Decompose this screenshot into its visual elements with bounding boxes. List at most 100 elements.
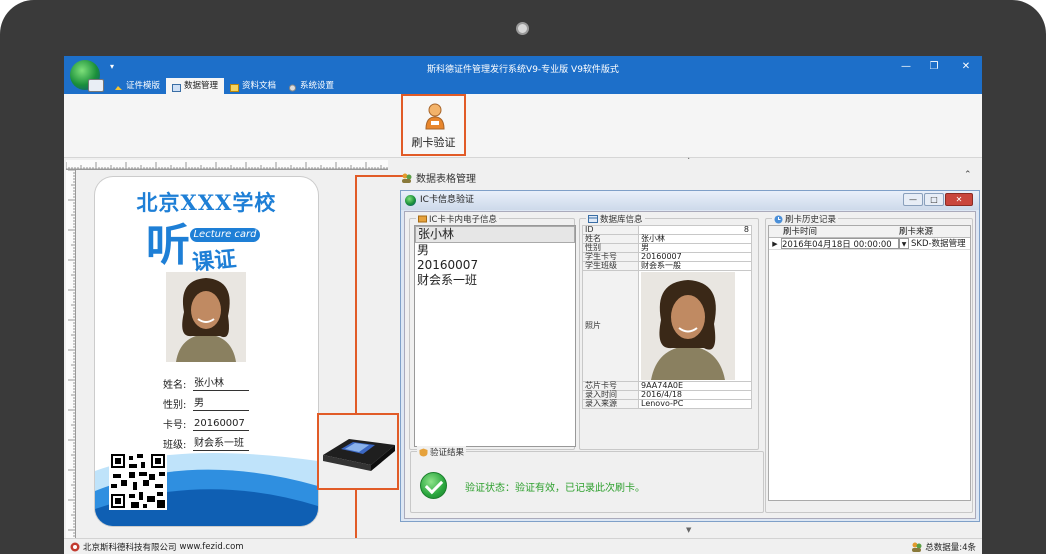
list-item[interactable]: 张小林 xyxy=(415,226,575,243)
list-item[interactable]: 男 xyxy=(415,243,575,258)
vertical-ruler xyxy=(66,170,76,539)
db-value: Lenovo-PC xyxy=(638,399,752,409)
card-field-row: 姓名: 张小林 xyxy=(163,371,249,391)
db-key: 学生班级 xyxy=(582,261,639,271)
dialog-icon xyxy=(405,195,416,206)
verify-result-title: 验证结果 xyxy=(417,446,467,458)
template-icon xyxy=(114,82,123,90)
db-info-panel: 数据库信息 ID 8 姓名 张小林 性别男 学生卡号 20160007 学生班级 财会系… xyxy=(579,213,759,450)
db-value: 财会系一般 xyxy=(638,261,752,271)
logo-tag: Lecture card xyxy=(190,228,260,242)
ribbon-tabs: 证件模版 数据管理 资料文档 系统设置 xyxy=(108,78,340,94)
minimize-button[interactable]: — xyxy=(894,59,918,75)
ic-info-title: IC卡卡内电子信息 xyxy=(416,213,499,225)
column-header[interactable]: 刷卡来源 xyxy=(895,226,933,237)
db-value: 张小林 xyxy=(638,234,752,244)
column-header[interactable]: 刷卡时间 xyxy=(769,226,895,237)
history-table[interactable]: 刷卡时间 刷卡来源 ▶ 2016年04月18日 00:00:00 ▼ SKD-数… xyxy=(768,225,971,501)
card-field-row: 卡号: 20160007 xyxy=(163,411,249,431)
dialog-minimize-button[interactable]: — xyxy=(903,193,923,206)
horizontal-ruler xyxy=(66,160,388,170)
card-field-label: 卡号: xyxy=(163,420,187,431)
total-count: 总数据量:4条 xyxy=(925,543,976,553)
db-photo-cell xyxy=(638,270,752,382)
db-info-table: ID 8 姓名 张小林 性别男 学生卡号 20160007 学生班级 财会系一般 照片 xyxy=(582,225,752,409)
connector-line xyxy=(355,175,403,177)
card-field-label: 姓名: xyxy=(163,380,187,391)
close-button[interactable]: ✕ xyxy=(954,59,978,75)
verify-result-panel: 验证结果 验证状态：验证有效，已记录此次刷卡。 xyxy=(410,446,764,513)
dialog-maximize-button[interactable]: □ xyxy=(924,193,944,206)
history-title-text: 刷卡历史记录 xyxy=(785,215,837,225)
verify-message: 验证状态：验证有效，已记录此次刷卡。 xyxy=(465,483,645,494)
grid-section-header[interactable]: 数据表格管理 xyxy=(401,170,476,185)
history-header: 刷卡时间 刷卡来源 xyxy=(769,226,970,238)
history-icon xyxy=(774,215,783,223)
table-row[interactable]: ▶ 2016年04月18日 00:00:00 ▼ SKD-数据管理 xyxy=(769,238,970,250)
db-key: 照片 xyxy=(582,270,639,382)
work-area: 北京XXX学校 听 Lecture card 课证 姓名: 张小林 性别: 男 … xyxy=(64,159,982,554)
camera-dot xyxy=(516,22,529,35)
shield-icon xyxy=(419,448,428,456)
id-card-preview[interactable]: 北京XXX学校 听 Lecture card 课证 姓名: 张小林 性别: 男 … xyxy=(95,177,318,526)
school-name: 北京XXX学校 xyxy=(136,190,277,215)
tab-label: 资料文档 xyxy=(242,81,277,91)
db-info-title-text: 数据库信息 xyxy=(600,215,643,225)
logo-big-char: 听 xyxy=(146,220,190,271)
tab-settings[interactable]: 系统设置 xyxy=(282,78,340,94)
table-row: ID 8 xyxy=(582,225,752,235)
company-url[interactable]: www.fezid.com xyxy=(180,542,244,552)
tab-data-management[interactable]: 数据管理 xyxy=(166,78,225,94)
ribbon-panel: 刷卡验证 ▲ xyxy=(64,94,982,164)
tab-documents[interactable]: 资料文档 xyxy=(224,78,282,94)
dialog-close-button[interactable]: ✕ xyxy=(945,193,973,206)
card-icon xyxy=(418,215,427,223)
card-reader-device xyxy=(317,413,399,490)
expand-bottom-icon[interactable]: ▼ xyxy=(686,526,691,534)
ic-info-title-text: IC卡卡内电子信息 xyxy=(429,215,497,225)
row-indicator-icon: ▶ xyxy=(772,240,778,248)
table-row: 学生班级 财会系一般 xyxy=(582,261,752,271)
list-item[interactable]: 财会系一班 xyxy=(415,273,575,288)
dialog-title-text: IC卡信息验证 xyxy=(420,195,474,205)
lecture-card-logo: 听 Lecture card 课证 xyxy=(146,221,268,276)
table-row: 姓名 张小林 xyxy=(582,234,752,244)
qr-code xyxy=(109,452,167,510)
list-item[interactable]: 20160007 xyxy=(415,258,575,273)
document-icon xyxy=(230,82,240,92)
history-source-cell[interactable]: SKD-数据管理 xyxy=(909,238,966,249)
data-icon xyxy=(172,82,182,92)
status-company: 北京斯科德科技有限公司 www.fezid.com xyxy=(70,541,244,553)
collapse-grid-icon[interactable]: ⌃ xyxy=(964,170,972,180)
company-logo-icon xyxy=(70,542,80,552)
tab-label: 系统设置 xyxy=(300,81,335,91)
db-key: 录入来源 xyxy=(582,399,639,409)
restore-button[interactable]: ❐ xyxy=(922,59,946,75)
table-row: 照片 xyxy=(582,270,752,382)
ic-info-panel: IC卡卡内电子信息 张小林 男 20160007 财会系一班 xyxy=(409,213,576,450)
gear-icon xyxy=(288,82,297,92)
tab-label: 证件模版 xyxy=(126,81,161,91)
connector-line xyxy=(355,175,357,415)
dialog-body: IC卡卡内电子信息 张小林 男 20160007 财会系一班 数据库信息 ID … xyxy=(404,211,976,519)
check-icon xyxy=(420,472,447,499)
table-icon xyxy=(588,215,598,223)
student-photo xyxy=(166,272,246,362)
title-bar: ▾ 斯科德证件管理发行系统V9-专业版 V9软件版式 — ❐ ✕ 证件模版 数据… xyxy=(64,56,982,94)
swipe-history-panel: 刷卡历史记录 刷卡时间 刷卡来源 ▶ 2016年04月18日 00:00:00 … xyxy=(765,213,973,513)
card-field-label: 性别: xyxy=(163,400,187,411)
window-title: 斯科德证件管理发行系统V9-专业版 V9软件版式 xyxy=(427,65,619,75)
ic-info-list[interactable]: 张小林 男 20160007 财会系一班 xyxy=(414,225,576,447)
tab-template[interactable]: 证件模版 xyxy=(108,78,166,94)
user-icon xyxy=(425,103,445,130)
history-time-cell[interactable]: 2016年04月18日 00:00:00 xyxy=(781,238,899,250)
company-name: 北京斯科德科技有限公司 xyxy=(83,543,177,553)
card-field-value: 男 xyxy=(193,397,249,411)
laptop-frame: ▾ 斯科德证件管理发行系统V9-专业版 V9软件版式 — ❐ ✕ 证件模版 数据… xyxy=(0,0,1046,554)
table-row: 录入来源 Lenovo-PC xyxy=(582,399,752,409)
dropdown-arrow-icon[interactable]: ▼ xyxy=(899,238,909,249)
db-info-title: 数据库信息 xyxy=(586,213,645,225)
swipe-verify-button[interactable]: 刷卡验证 xyxy=(401,94,466,156)
swipe-verify-label: 刷卡验证 xyxy=(411,136,456,149)
users-icon xyxy=(912,542,922,552)
